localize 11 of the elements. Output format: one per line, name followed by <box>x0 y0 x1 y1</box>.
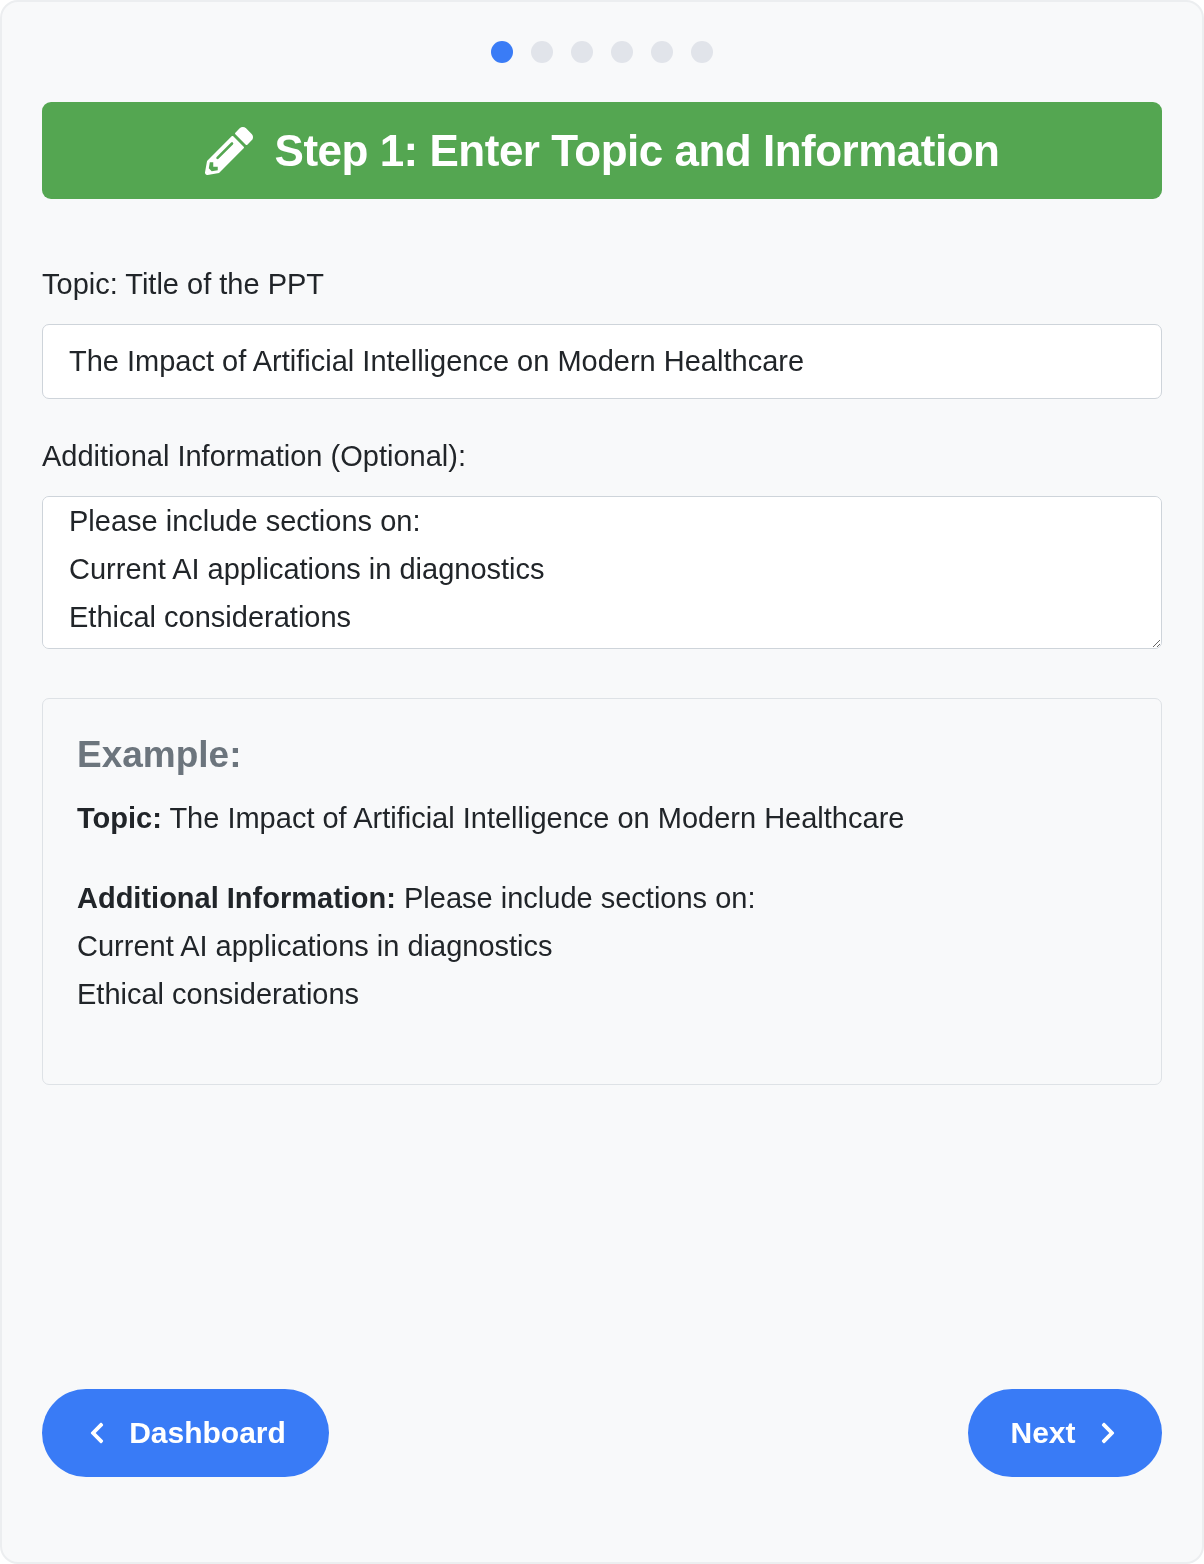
topic-input-field[interactable]: The Impact of Artificial Intelligence on Modern Healthcare <box>42 324 1162 399</box>
example-heading: Example: <box>77 733 243 777</box>
next-button[interactable]: Next <box>968 1389 1162 1477</box>
example-paragraph: Additional Information: Please include sections on: Current AI applications in diagnostics Ethical considerations <box>77 881 757 1012</box>
field-label: Topic: Title of the PPT <box>42 267 326 302</box>
dashboard-button[interactable]: Dashboard <box>42 1389 329 1477</box>
field-label: Additional Information (Optional): <box>42 439 467 474</box>
additional-info-textarea[interactable]: Please include sections on: Current AI applications in diagnostics Ethical considerations <box>42 496 1162 649</box>
pencil-icon <box>204 126 253 175</box>
example-paragraph: Topic: The Impact of Artificial Intelligence on Modern Healthcare <box>77 801 906 836</box>
step-title: Step 1: Enter Topic and Information <box>274 125 1000 176</box>
